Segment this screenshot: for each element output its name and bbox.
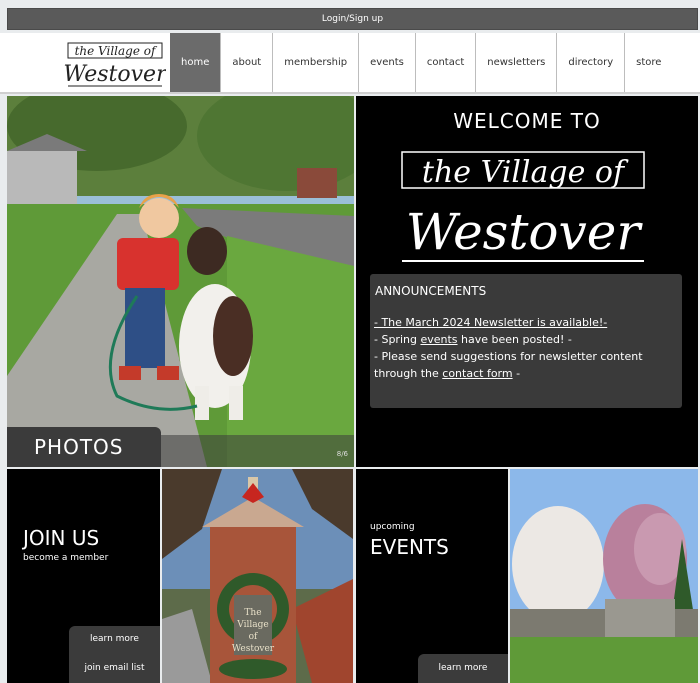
svg-text:Westover: Westover bbox=[232, 644, 275, 654]
svg-text:the Village of: the Village of bbox=[422, 155, 629, 190]
nav-about[interactable]: about bbox=[221, 33, 274, 92]
welcome-panel: WELCOME TO the Village of Westover ANNOU… bbox=[356, 96, 698, 467]
announcement-text: - bbox=[512, 367, 521, 380]
village-gate-photo: The Village of Westover bbox=[162, 469, 353, 683]
nav-directory[interactable]: directory bbox=[557, 33, 626, 92]
join-buttons: learn more join email list bbox=[69, 626, 160, 683]
slide-counter: 8/6 bbox=[336, 450, 348, 458]
events-announcement: - Spring events have been posted! - bbox=[374, 331, 678, 348]
nav-store[interactable]: store bbox=[625, 33, 672, 92]
main-nav: home about membership events contact new… bbox=[170, 33, 672, 92]
events-heading: EVENTS bbox=[370, 535, 449, 559]
join-us-heading: JOIN US bbox=[23, 526, 100, 550]
welcome-heading: WELCOME TO bbox=[453, 109, 601, 133]
svg-text:of: of bbox=[249, 632, 258, 642]
suggestions-announcement: - Please send suggestions for newsletter… bbox=[374, 350, 643, 363]
announcement-text: - Spring bbox=[374, 333, 421, 346]
svg-text:Village: Village bbox=[236, 620, 268, 630]
nav-contact[interactable]: contact bbox=[416, 33, 477, 92]
svg-text:The: The bbox=[244, 608, 261, 618]
nav-newsletters[interactable]: newsletters bbox=[476, 33, 558, 92]
events-learn-more-button[interactable]: learn more bbox=[418, 654, 508, 683]
announcement-text: through the bbox=[374, 367, 443, 380]
login-signup-link[interactable]: Login/Sign up bbox=[7, 8, 698, 30]
events-panel: upcoming EVENTS learn more bbox=[356, 469, 508, 683]
village-logo-large: the Village of Westover bbox=[398, 144, 648, 266]
photo-slideshow[interactable]: 8/6 PHOTOS bbox=[7, 96, 354, 467]
photo-caption-strip: 8/6 bbox=[161, 435, 354, 467]
svg-text:the Village of: the Village of bbox=[75, 44, 158, 58]
flowering-trees-photo bbox=[510, 469, 698, 683]
contact-form-link[interactable]: contact form bbox=[442, 367, 512, 380]
join-us-panel: JOIN US become a member learn more join … bbox=[7, 469, 160, 683]
announcements-box: ANNOUNCEMENTS - The March 2024 Newslette… bbox=[370, 274, 682, 408]
svg-text:Westover: Westover bbox=[406, 203, 644, 261]
nav-membership[interactable]: membership bbox=[273, 33, 360, 92]
announcement-text: have been posted! - bbox=[457, 333, 572, 346]
learn-more-button[interactable]: learn more bbox=[69, 634, 160, 644]
village-logo[interactable]: the Village of Westover bbox=[64, 37, 166, 89]
photos-link[interactable]: PHOTOS bbox=[7, 427, 161, 467]
events-upcoming-label: upcoming bbox=[370, 522, 415, 532]
photo-boy-with-dog bbox=[7, 96, 354, 467]
svg-text:Westover: Westover bbox=[64, 62, 166, 87]
newsletter-link[interactable]: - The March 2024 Newsletter is available… bbox=[374, 314, 678, 331]
nav-events[interactable]: events bbox=[359, 33, 416, 92]
events-link[interactable]: events bbox=[420, 333, 457, 346]
site-header: the Village of Westover home about membe… bbox=[0, 33, 700, 94]
join-us-subtitle: become a member bbox=[23, 553, 109, 563]
nav-home[interactable]: home bbox=[170, 33, 222, 92]
contact-announcement: through the contact form - bbox=[374, 365, 678, 382]
join-email-list-button[interactable]: join email list bbox=[69, 663, 160, 673]
announcements-title: ANNOUNCEMENTS bbox=[375, 284, 487, 298]
